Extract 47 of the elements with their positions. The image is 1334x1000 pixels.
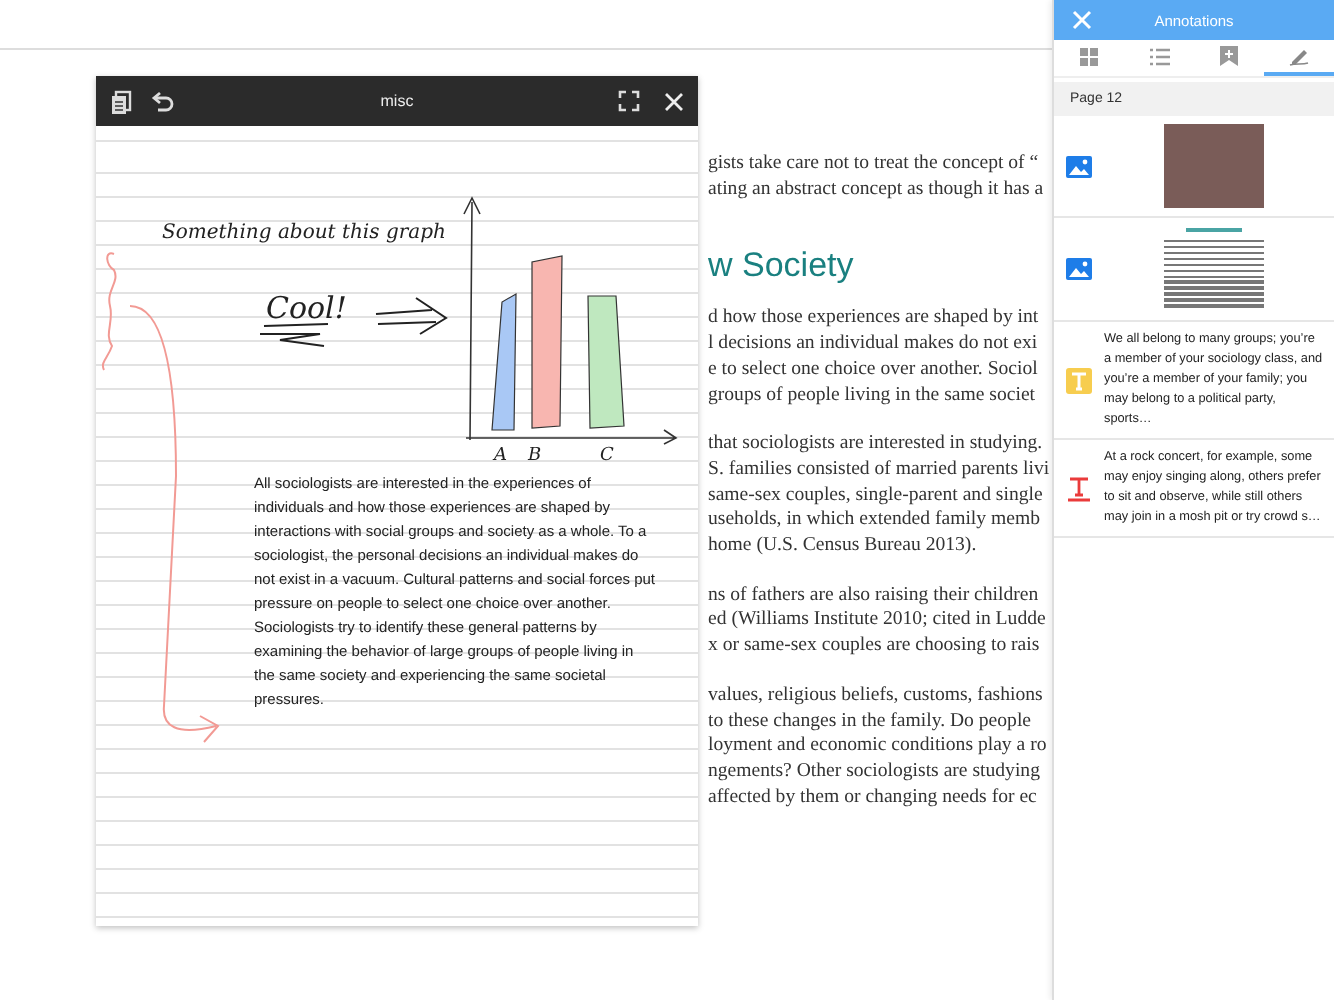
text-line: ns of fathers are also raising their children [708,583,1041,609]
text-line: d how those experiences are shaped by int [708,306,1041,333]
handwritten-label: B [528,446,542,466]
list-icon [1149,47,1169,65]
close-button[interactable] [664,91,684,111]
image-icon [1066,258,1092,280]
text-line: groups of people living in the same societ [708,383,1038,409]
handwritten-text: Something about this graph [162,222,446,244]
window-title: misc [378,92,416,110]
undo-button[interactable] [150,89,174,113]
underline-scribble [259,323,329,347]
text-line: ating an abstract concept as though it has a [708,177,1046,203]
grid-icon [1080,47,1098,65]
brace-sketch [101,252,117,371]
text-line: same-sex couples, single-parent and single [708,483,1045,509]
handwritten-label: A [494,446,507,466]
photo-placeholder [1164,124,1264,208]
note-icon [1066,367,1092,393]
handwritten-text: Cool! [266,290,347,326]
text-line: ed (Williams Institute 2010; cited in Ludde [708,608,1048,635]
pages-button[interactable] [110,89,134,113]
text-line: loyment and economic conditions play a ro [708,734,1049,760]
fullscreen-button[interactable] [618,90,640,112]
text-line: gists take care not to treat the concept of “ [708,152,1041,178]
text-line: useholds, in which extended family memb [708,508,1042,535]
text-line: affected by them or changing needs for ec [708,785,1039,811]
text-line: ngements? Other sociologists are studying [708,759,1042,786]
close-icon [664,91,684,111]
fullscreen-icon [618,90,640,112]
text-line: home (U.S. Census Bureau 2013). [708,534,979,560]
text-line: S. families consisted of married parents livi [708,457,1052,484]
pen-icon [1288,46,1310,66]
handwritten-label: C [600,446,614,466]
pages-icon [110,89,134,113]
text-line: values, religious beliefs, customs, fashions [708,683,1045,710]
text-line: e to select one choice over another. Sociol [708,357,1040,384]
section-heading: w Society [708,246,856,287]
text-line: that sociologists are interested in studying. [708,432,1045,458]
text-annotation-icon [1066,475,1092,501]
bookmark-icon [1220,46,1238,66]
text-line: x or same-sex couples are choosing to rais [708,634,1042,660]
image-icon [1066,155,1092,177]
arrow-sketch [375,297,448,335]
close-icon [1072,10,1092,30]
text-line: l decisions an individual makes do not exi [708,332,1040,358]
undo-icon [150,89,174,113]
text-line: to these changes in the family. Do people [708,709,1034,735]
